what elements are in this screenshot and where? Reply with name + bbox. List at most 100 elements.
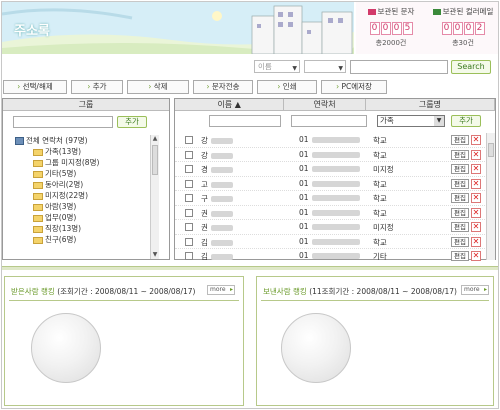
edit-button[interactable]: 편집 [451, 236, 469, 247]
edit-button[interactable]: 편집 [451, 164, 469, 174]
delete-icon[interactable]: ✕ [471, 135, 481, 145]
contact-name: 강 [201, 150, 233, 161]
table-row[interactable]: 권 01 학교 편집 ✕ [175, 206, 487, 220]
delete-icon[interactable]: ✕ [471, 193, 481, 203]
group-item[interactable]: 미지정(22명) [11, 190, 159, 201]
edit-button[interactable]: 편집 [451, 178, 469, 189]
row-checkbox[interactable] [185, 136, 193, 144]
contact-group: 미지정 [373, 223, 394, 232]
row-checkbox[interactable] [185, 223, 193, 231]
search-input[interactable] [350, 60, 448, 74]
digit: 0 [441, 22, 452, 35]
delete-icon[interactable]: ✕ [471, 236, 481, 247]
table-row[interactable]: 김 01 기타 편집 ✕ [175, 249, 487, 261]
row-checkbox[interactable] [185, 208, 193, 217]
print-button[interactable]: 인쇄 [257, 80, 317, 94]
ranking-title: 보낸사람 랭킹 (11조회기간 : 2008/08/11 ~ 2008/08/1… [263, 287, 457, 296]
contact-phone: 01 [299, 208, 360, 217]
digit: 5 [402, 22, 413, 35]
group-item[interactable]: 업무(0명) [11, 212, 159, 223]
contact-group: 학교 [373, 136, 387, 145]
select-toggle-button[interactable]: 선택/해제 [3, 80, 67, 94]
group-panel: 그룹 추가 전체 연락처 (97명) 가족(13명) 그룹 미지정(8명) 기타… [2, 98, 170, 260]
edit-button[interactable]: 편집 [451, 222, 469, 232]
more-button[interactable]: more [461, 285, 489, 295]
digit: 0 [391, 22, 402, 35]
row-checkbox[interactable] [185, 150, 193, 159]
delete-button[interactable]: 삭제 [127, 80, 189, 94]
digit: 0 [380, 22, 391, 35]
folder-icon [33, 214, 43, 222]
contact-group: 학교 [373, 150, 387, 160]
row-checkbox[interactable] [185, 237, 193, 246]
save-to-pc-button[interactable]: PC에저장 [321, 80, 387, 94]
table-row[interactable]: 구 01 학교 편집 ✕ [175, 191, 487, 206]
group-item[interactable]: 동아리(2명) [11, 179, 159, 190]
table-row[interactable]: 강 01 학교 편집 ✕ [175, 148, 487, 162]
send-sms-button[interactable]: 문자전송 [193, 80, 253, 94]
delete-icon[interactable]: ✕ [471, 178, 481, 189]
column-name[interactable]: 이름 ▲ [175, 99, 285, 110]
delete-icon[interactable]: ✕ [471, 222, 481, 232]
table-row[interactable]: 강 01 학교 편집 ✕ [175, 133, 487, 148]
scroll-down-icon[interactable]: ▼ [151, 251, 159, 259]
table-row[interactable]: 경 01 미지정 편집 ✕ [175, 162, 487, 177]
search-button[interactable]: Search [451, 60, 491, 74]
folder-icon [33, 181, 43, 189]
group-label: 직장(13명) [45, 224, 82, 233]
search-field-select[interactable]: 이름 ▼ [254, 60, 300, 73]
group-name-input[interactable] [13, 116, 113, 128]
group-item[interactable]: 아람(3명) [11, 201, 159, 212]
tree-root[interactable]: 전체 연락처 (97명) [11, 135, 159, 146]
edit-button[interactable]: 편집 [451, 251, 469, 261]
contact-phone: 01 [299, 222, 360, 231]
group-label: 업무(0명) [45, 213, 77, 222]
scroll-thumb[interactable] [152, 145, 158, 175]
add-group-button[interactable]: 추가 [117, 116, 147, 128]
group-item[interactable]: 그룹 미지정(8명) [11, 157, 159, 168]
folder-icon [33, 236, 43, 244]
scroll-up-icon[interactable]: ▲ [151, 135, 159, 143]
contacts-scrollbar[interactable] [486, 133, 495, 260]
edit-button[interactable]: 편집 [451, 207, 469, 218]
delete-icon[interactable]: ✕ [471, 207, 481, 218]
delete-icon[interactable]: ✕ [471, 149, 481, 160]
row-checkbox[interactable] [185, 165, 193, 173]
group-scrollbar[interactable]: ▲ ▼ [150, 135, 159, 259]
group-item[interactable]: 가족(13명) [11, 146, 159, 157]
group-item[interactable]: 친구(6명) [11, 234, 159, 245]
group-item[interactable]: 직장(13명) [11, 223, 159, 234]
delete-icon[interactable]: ✕ [471, 251, 481, 261]
more-button[interactable]: more [207, 285, 235, 295]
scroll-thumb[interactable] [488, 143, 494, 157]
chevron-down-icon: ▼ [434, 116, 444, 126]
phone-filter-input[interactable] [291, 115, 367, 127]
ranking-chart-placeholder [281, 313, 351, 383]
received-ranking-box: 받은사람 랭킹 (조회기간 : 2008/08/11 ~ 2008/08/17)… [4, 276, 244, 406]
add-contact-button[interactable]: 추가 [71, 80, 123, 94]
table-row[interactable]: 김 01 학교 편집 ✕ [175, 235, 487, 249]
contacts-header: 이름 ▲ 연락처 그룹명 [175, 99, 495, 111]
contact-name: 권 [201, 222, 233, 233]
counter-label: 보관된 문자 [377, 7, 415, 16]
contact-phone: 01 [299, 150, 360, 159]
delete-icon[interactable]: ✕ [471, 164, 481, 174]
edit-button[interactable]: 편집 [451, 149, 469, 160]
folder-icon [33, 170, 43, 178]
group-filter-select[interactable]: 가족 ▼ [377, 115, 445, 127]
contact-name: 강 [201, 135, 233, 146]
search-field-value: 이름 [258, 62, 272, 71]
search-type-select[interactable]: ▼ [304, 60, 346, 73]
edit-button[interactable]: 편집 [451, 193, 469, 203]
add-to-group-button[interactable]: 추가 [451, 115, 481, 127]
row-checkbox[interactable] [185, 179, 193, 188]
name-filter-input[interactable] [209, 115, 281, 127]
row-checkbox[interactable] [185, 194, 193, 202]
group-item[interactable]: 기타(5명) [11, 168, 159, 179]
row-checkbox[interactable] [185, 252, 193, 260]
table-row[interactable]: 고 01 학교 편집 ✕ [175, 177, 487, 191]
mail-icon [432, 9, 441, 15]
edit-button[interactable]: 편집 [451, 135, 469, 145]
contact-group: 학교 [373, 208, 387, 218]
table-row[interactable]: 권 01 미지정 편집 ✕ [175, 220, 487, 235]
